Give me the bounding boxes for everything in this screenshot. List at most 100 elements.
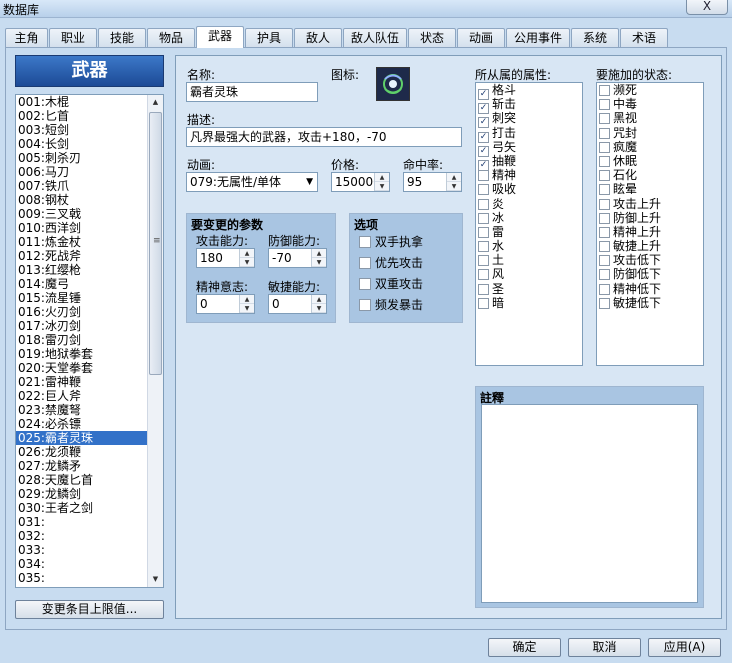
states-item[interactable]: 防御低下 (597, 267, 703, 281)
checkbox-icon[interactable] (478, 269, 489, 281)
list-item[interactable]: 030:王者之剑 (16, 501, 147, 515)
list-item[interactable]: 003:短剑 (16, 123, 147, 137)
checkbox-icon[interactable] (599, 297, 610, 309)
desc-input[interactable]: 凡界最强大的武器，攻击+180，-70 (186, 127, 462, 147)
checkbox-icon[interactable] (359, 299, 371, 311)
atk-input[interactable]: 180 ▲ ▼ (196, 248, 255, 268)
tab-0[interactable]: 主角 (5, 28, 48, 47)
states-item[interactable]: 中毒 (597, 97, 703, 111)
list-item[interactable]: 010:西洋剑 (16, 221, 147, 235)
anim-select[interactable]: 079:无属性/单体 ▼ (186, 172, 318, 192)
tab-10[interactable]: 公用事件 (506, 28, 570, 47)
states-item[interactable]: 精神上升 (597, 225, 703, 239)
int-spinner[interactable]: ▲ ▼ (239, 295, 254, 313)
elements-item[interactable]: 土 (476, 253, 582, 267)
list-item[interactable]: 012:死战斧 (16, 249, 147, 263)
note-textarea[interactable] (481, 404, 698, 603)
tab-3[interactable]: 物品 (147, 28, 195, 47)
states-item[interactable]: 休眠 (597, 154, 703, 168)
checkbox-icon[interactable] (478, 255, 489, 267)
checkbox-icon[interactable] (478, 184, 489, 196)
states-item[interactable]: 咒封 (597, 126, 703, 140)
elements-item[interactable]: ✓ 抽鞭 (476, 154, 582, 171)
checkbox-icon[interactable] (478, 212, 489, 224)
apply-button[interactable]: 应用(A) (648, 638, 721, 657)
checkbox-icon[interactable] (478, 170, 489, 182)
elements-item[interactable]: 精神 (476, 168, 582, 182)
list-item[interactable]: 006:马刀 (16, 165, 147, 179)
change-max-button[interactable]: 变更条目上限值... (15, 600, 164, 619)
list-scrollbar[interactable]: ▲ ≡ ▼ (147, 95, 163, 587)
checkbox-icon[interactable] (599, 269, 610, 281)
option-checkbox[interactable]: 双重攻击 (359, 276, 423, 292)
list-item[interactable]: 002:匕首 (16, 109, 147, 123)
tab-7[interactable]: 敌人队伍 (343, 28, 407, 47)
list-item[interactable]: 017:冰刃剑 (16, 319, 147, 333)
checkbox-icon[interactable] (478, 198, 489, 210)
checkbox-icon[interactable] (599, 155, 610, 167)
tab-2[interactable]: 技能 (98, 28, 146, 47)
checkbox-icon[interactable] (359, 236, 371, 248)
list-item[interactable]: 011:炼金杖 (16, 235, 147, 249)
option-checkbox[interactable]: 双手执拿 (359, 234, 423, 250)
states-item[interactable]: 眩晕 (597, 182, 703, 196)
elements-item[interactable]: 吸收 (476, 182, 582, 196)
list-item[interactable]: 008:钢杖 (16, 193, 147, 207)
list-item[interactable]: 004:长剑 (16, 137, 147, 151)
checkbox-icon[interactable] (599, 113, 610, 125)
elements-item[interactable]: ✓ 弓矢 (476, 140, 582, 157)
tab-5[interactable]: 护具 (245, 28, 293, 47)
states-item[interactable]: 防御上升 (597, 211, 703, 225)
checkbox-icon[interactable] (359, 278, 371, 290)
option-checkbox[interactable]: 优先攻击 (359, 255, 423, 271)
checkbox-icon[interactable] (478, 297, 489, 309)
checkbox-icon[interactable] (599, 241, 610, 253)
states-item[interactable]: 精神低下 (597, 282, 703, 296)
states-item[interactable]: 濒死 (597, 83, 703, 97)
scroll-thumb[interactable]: ≡ (149, 112, 162, 375)
list-item[interactable]: 029:龙鳞剑 (16, 487, 147, 501)
tab-1[interactable]: 职业 (49, 28, 97, 47)
elements-item[interactable]: ✓ 斩击 (476, 97, 582, 115)
list-item[interactable]: 028:天魔匕首 (16, 473, 147, 487)
elements-item[interactable]: 炎 (476, 197, 582, 211)
list-item[interactable]: 007:铁爪 (16, 179, 147, 193)
elements-item[interactable]: 水 (476, 239, 582, 253)
tab-11[interactable]: 系统 (571, 28, 619, 47)
hit-spinner[interactable]: ▲ ▼ (446, 173, 461, 191)
atk-spinner[interactable]: ▲ ▼ (239, 249, 254, 267)
checkbox-icon[interactable] (478, 283, 489, 295)
agi-spinner[interactable]: ▲ ▼ (311, 295, 326, 313)
elements-item[interactable]: 冰 (476, 211, 582, 225)
checkbox-icon[interactable] (599, 198, 610, 210)
tab-12[interactable]: 术语 (620, 28, 668, 47)
option-checkbox[interactable]: 频发暴击 (359, 297, 423, 313)
checkbox-icon[interactable] (599, 141, 610, 153)
checkbox-icon[interactable] (478, 226, 489, 238)
ok-button[interactable]: 确定 (488, 638, 561, 657)
elements-item[interactable]: 暗 (476, 296, 582, 310)
weapon-icon[interactable] (376, 67, 410, 101)
list-item[interactable]: 033: (16, 543, 147, 557)
pdef-spinner[interactable]: ▲ ▼ (311, 249, 326, 267)
list-item[interactable]: 014:魔弓 (16, 277, 147, 291)
agi-input[interactable]: 0 ▲ ▼ (268, 294, 327, 314)
checkbox-icon[interactable] (599, 99, 610, 111)
price-spinner[interactable]: ▲ ▼ (374, 173, 389, 191)
cancel-button[interactable]: 取消 (568, 638, 641, 657)
name-input[interactable]: 霸者灵珠 (186, 82, 318, 102)
list-item[interactable]: 009:三叉戟 (16, 207, 147, 221)
states-item[interactable]: 敏捷上升 (597, 239, 703, 253)
states-item[interactable]: 攻击上升 (597, 197, 703, 211)
pdef-input[interactable]: -70 ▲ ▼ (268, 248, 327, 268)
elements-item[interactable]: ✓ 刺突 (476, 111, 582, 129)
checkbox-icon[interactable] (599, 212, 610, 224)
checkbox-icon[interactable] (599, 283, 610, 295)
tab-9[interactable]: 动画 (457, 28, 505, 47)
list-item[interactable]: 022:巨人斧 (16, 389, 147, 403)
states-item[interactable]: 敏捷低下 (597, 296, 703, 310)
list-item[interactable]: 032: (16, 529, 147, 543)
list-item[interactable]: 026:龙须鞭 (16, 445, 147, 459)
list-item[interactable]: 021:雷神鞭 (16, 375, 147, 389)
elements-item[interactable]: 风 (476, 267, 582, 281)
